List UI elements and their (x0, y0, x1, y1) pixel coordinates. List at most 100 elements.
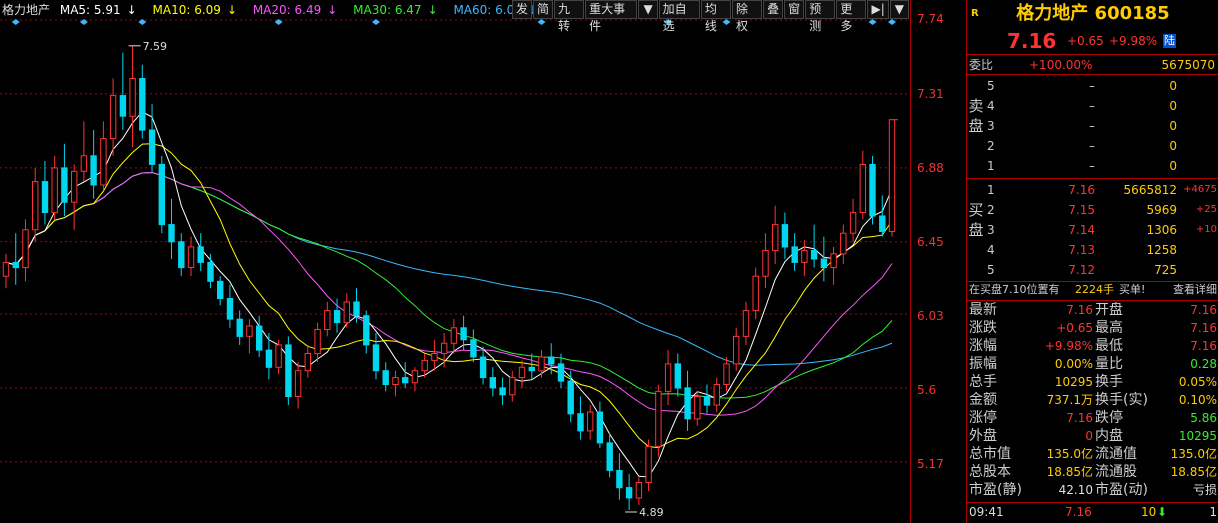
stat-value: 18.85亿 (1046, 465, 1093, 479)
market-tag: 陆 (1163, 34, 1176, 48)
price-change-pct: +9.98% (1109, 34, 1158, 48)
candle-body (217, 280, 224, 299)
candle-body (158, 163, 166, 226)
stat-label: 总股本 (969, 464, 1011, 480)
candle-body (840, 232, 847, 255)
stat-value: 0.05% (1178, 375, 1217, 389)
tb-jiuzhuan-button[interactable]: 九转 (554, 0, 585, 33)
panel-header: R 格力地产 600185 (967, 0, 1218, 28)
tb-fa-button[interactable]: 发 (512, 0, 533, 19)
tb-adjust-button[interactable]: 除权 (732, 0, 763, 33)
tb-menu-dropdown[interactable]: ▼ (889, 0, 909, 19)
legend-ma20: MA20: 6.49 ↓ (252, 3, 338, 17)
stat-row: 涨跌 +0.65 最高 7.16 (967, 319, 1218, 337)
candle-body (226, 298, 234, 320)
stat-label: 涨跌 (969, 320, 997, 336)
stat-label: 最低 (1095, 338, 1123, 354)
candle-body (450, 327, 458, 344)
sell-level-1: 1–0 (987, 159, 1177, 173)
candle-body (567, 380, 574, 415)
candle-body (207, 261, 214, 282)
tick-row: 09:41 7.16 10 ⬇ 1 (967, 503, 1218, 521)
candle-body (820, 258, 828, 269)
stat-label: 流通值 (1095, 446, 1137, 462)
event-marker-icon (722, 19, 731, 25)
candle-body (810, 249, 818, 260)
tb-more-button[interactable]: 更多 (836, 0, 867, 33)
stat-label: 最高 (1095, 320, 1123, 336)
tb-jian-button[interactable]: 简 (533, 0, 554, 19)
stat-value: 5.86 (1190, 411, 1217, 425)
candle-body (645, 445, 652, 483)
candle-body (684, 387, 691, 420)
candle-body (421, 359, 428, 372)
stat-value: 亏损 (1192, 483, 1217, 497)
weibi-label: 委比 (969, 58, 994, 72)
buy-level-5: 5 7.12 725 (987, 263, 1177, 277)
candle-body (752, 275, 759, 312)
candle-body (304, 353, 312, 372)
stat-value: 7.16 (1190, 303, 1217, 317)
candle-body (431, 353, 438, 361)
candle-body (129, 78, 136, 117)
candle-body (694, 396, 701, 420)
stat-label: 市盈(动) (1095, 482, 1148, 498)
stat-label: 跌停 (1095, 410, 1123, 426)
candle-body (148, 129, 156, 165)
view-details-link[interactable]: 查看详细 (1173, 281, 1217, 299)
candle-body (664, 363, 672, 392)
event-marker-icon (11, 19, 20, 25)
candlestick-chart[interactable]: 7.59 4.89 格力地产 MA5: 5.91 ↓ MA10: 6.09 ↓ MA2… (0, 0, 910, 523)
candle-body (655, 390, 662, 447)
chart-canvas[interactable]: 7.59 4.89 (0, 0, 910, 523)
stat-value: 135.0亿 (1170, 447, 1217, 461)
stat-value: 7.16 (1190, 339, 1217, 353)
candle-body (324, 310, 331, 331)
legend-ma30: MA30: 6.47 ↓ (353, 3, 438, 17)
weibi-value: +100.00% (1029, 58, 1093, 72)
tb-forecast-button[interactable]: 预测 (805, 0, 836, 33)
stat-label: 内盘 (1095, 428, 1123, 444)
stat-value: 7.16 (1066, 411, 1093, 425)
weicha-value: 5675070 (1161, 58, 1215, 72)
tb-events-button[interactable]: 重大事件 (585, 0, 638, 33)
candle-body (2, 261, 10, 277)
large-order-note: 在买盘7.10位置有 2224手 买单! 查看详细 (967, 281, 1218, 299)
tb-add-watchlist-button[interactable]: 加自选 (658, 0, 700, 33)
candle-body (596, 411, 604, 444)
divider (967, 178, 1218, 179)
candle-body (285, 344, 292, 397)
y-tick-label: 7.31 (917, 87, 944, 101)
candle-body (119, 95, 127, 117)
stat-value: +9.98% (1044, 339, 1093, 353)
candle-body (849, 212, 857, 234)
candle-body (577, 413, 584, 432)
candle-body (781, 224, 789, 248)
event-marker-icon (888, 19, 896, 25)
sell-level-2: 2–0 (987, 139, 1177, 153)
stat-value: 0.00% (1054, 357, 1093, 371)
stat-row: 市盈(静) 42.10 市盈(动) 亏损 (967, 481, 1218, 499)
y-tick-label: 6.03 (917, 309, 944, 323)
y-tick-label: 5.6 (917, 383, 937, 397)
tb-play-icon[interactable]: ▶| (867, 0, 889, 19)
stat-row: 总股本 18.85亿 流通股 18.85亿 (967, 463, 1218, 481)
candle-body (363, 315, 370, 346)
price-change: +0.65 (1067, 34, 1104, 48)
candle-body (470, 339, 477, 358)
tb-ma-button[interactable]: 均线 (700, 0, 732, 33)
stat-value: 0.10% (1178, 393, 1217, 407)
tb-window-button[interactable]: 窗 (784, 0, 805, 19)
candle-body (294, 370, 302, 398)
ma-legend: 格力地产 MA5: 5.91 ↓ MA10: 6.09 ↓ MA20: 6.49 ↓ … (2, 2, 550, 18)
candle-body (168, 224, 175, 243)
tb-events-dropdown[interactable]: ▼ (638, 0, 658, 19)
stat-label: 最新 (969, 302, 997, 318)
candle-body (791, 246, 798, 263)
sell-level-4: 4–0 (987, 99, 1177, 113)
candle-body (139, 78, 146, 131)
candle-body (703, 396, 711, 406)
tb-overlay-button[interactable]: 叠 (763, 0, 784, 19)
candle-body (733, 335, 740, 365)
candle-body (333, 310, 341, 324)
